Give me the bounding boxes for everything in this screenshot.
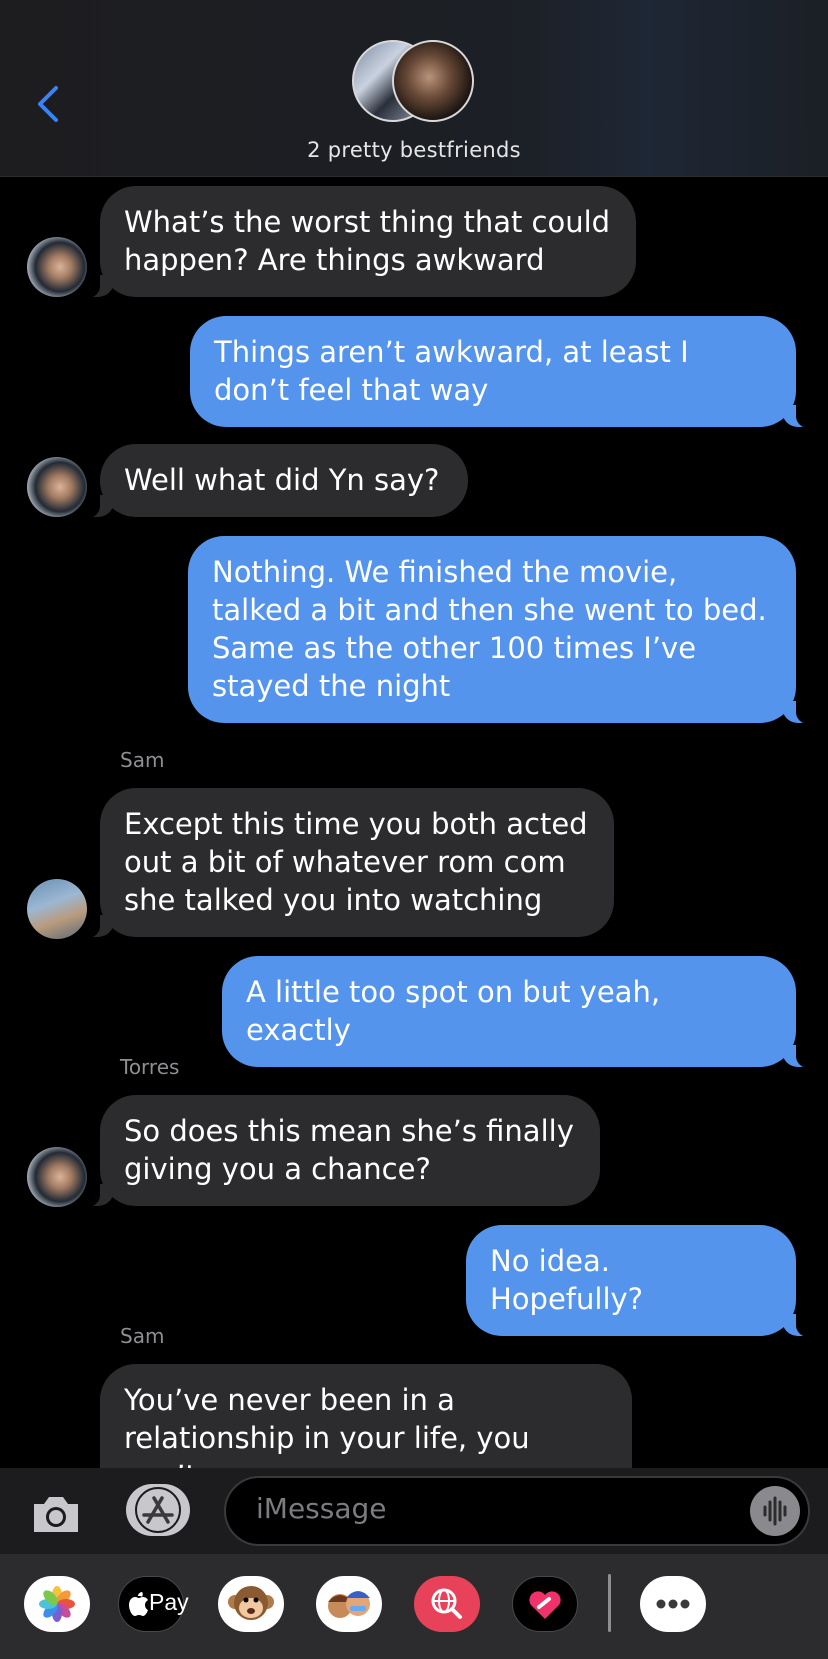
apple-pay-app-button[interactable]: Pay (118, 1576, 189, 1632)
sender-label: Torres (120, 1055, 180, 1079)
sender-label: Sam (120, 1324, 165, 1348)
images-search-app-button[interactable] (414, 1576, 480, 1632)
back-chevron-icon[interactable] (34, 84, 60, 124)
incoming-message[interactable]: Well what did Yn say? (80, 444, 468, 518)
monkey-animoji-icon (228, 1586, 274, 1620)
sender-label: Sam (120, 748, 165, 772)
photos-app-button[interactable] (24, 1576, 90, 1632)
digital-touch-app-button[interactable] (512, 1576, 578, 1632)
animoji-app-button[interactable] (218, 1576, 284, 1632)
ellipsis-icon (656, 1599, 690, 1609)
imessage-app-strip: Pay (0, 1554, 828, 1659)
camera-icon[interactable] (30, 1490, 82, 1536)
app-store-button[interactable] (126, 1484, 190, 1536)
globe-search-icon (431, 1588, 462, 1619)
group-name[interactable]: 2 pretty bestfriends (0, 138, 828, 162)
message-input[interactable]: iMessage (224, 1476, 810, 1546)
photos-icon (39, 1586, 75, 1622)
memoji-app-button[interactable] (316, 1576, 382, 1632)
outgoing-message[interactable]: Things aren’t awkward, at least I don’t … (190, 316, 816, 428)
incoming-message[interactable]: Except this time you both acted out a bi… (80, 788, 614, 938)
torres-avatar[interactable] (27, 237, 87, 297)
waveform-icon (763, 1496, 787, 1526)
audio-message-button[interactable] (750, 1486, 800, 1536)
more-apps-button[interactable] (640, 1576, 706, 1632)
incoming-message[interactable]: So does this mean she’s finally giving y… (80, 1095, 600, 1207)
torres-avatar[interactable] (27, 1147, 87, 1207)
incoming-message[interactable]: What’s the worst thing that could happen… (80, 186, 636, 298)
heart-touch-icon (529, 1591, 561, 1619)
group-member-avatar-torres (392, 40, 474, 122)
app-strip-divider (608, 1574, 611, 1632)
compose-bar: iMessage (0, 1468, 828, 1554)
memoji-stickers-icon (328, 1591, 370, 1618)
sam-avatar[interactable] (27, 879, 87, 939)
message-thread[interactable]: What’s the worst thing that could happen… (0, 176, 828, 1468)
app-store-icon (135, 1487, 181, 1533)
torres-avatar[interactable] (27, 457, 87, 517)
conversation-header: 2 pretty bestfriends (0, 0, 828, 177)
apple-logo-icon (129, 1592, 148, 1616)
apple-pay-label: Pay (149, 1589, 189, 1615)
message-input-placeholder: iMessage (256, 1492, 387, 1525)
group-avatar[interactable] (352, 40, 476, 126)
outgoing-message[interactable]: No idea. Hopefully? (466, 1225, 816, 1337)
outgoing-message[interactable]: A little too spot on but yeah, exactly (222, 956, 816, 1068)
incoming-message[interactable]: You’ve never been in a relationship in y… (100, 1364, 632, 1468)
outgoing-message[interactable]: Nothing. We finished the movie, talked a… (188, 536, 816, 724)
